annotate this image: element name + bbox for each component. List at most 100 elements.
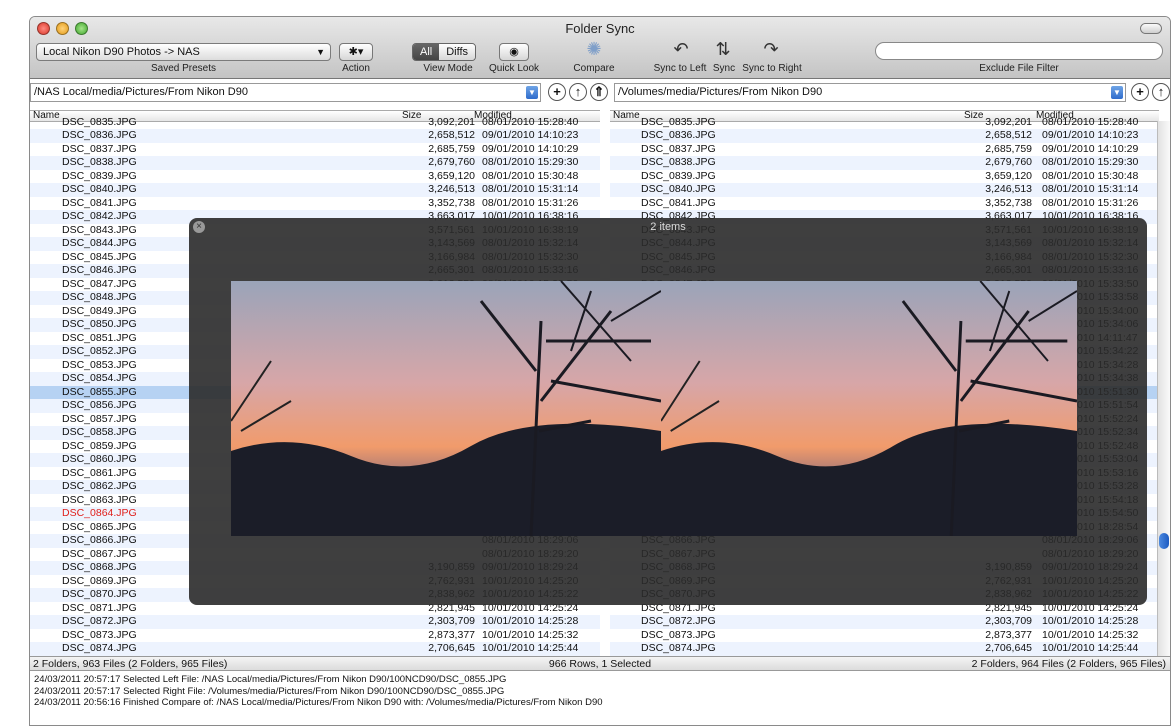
right-add-button[interactable]: + bbox=[1131, 83, 1149, 101]
file-row[interactable]: DSC_0840.JPG 3,246,513 08/01/2010 15:31:14 bbox=[610, 183, 1159, 197]
file-row[interactable]: DSC_0835.JPG 3,092,201 08/01/2010 15:28:40 bbox=[610, 116, 1159, 130]
file-name: DSC_0865.JPG bbox=[62, 520, 137, 533]
file-modified: 09/01/2010 14:10:23 bbox=[1042, 129, 1139, 141]
scroll-thumb[interactable] bbox=[1159, 533, 1169, 549]
file-size: 2,679,760 bbox=[428, 156, 475, 168]
file-row[interactable]: DSC_0839.JPG 3,659,120 08/01/2010 15:30:48 bbox=[30, 170, 600, 184]
plus-icon: + bbox=[553, 84, 561, 99]
toolbar-toggle-button[interactable] bbox=[1140, 23, 1162, 34]
left-path-field[interactable]: /NAS Local/media/Pictures/From Nikon D90… bbox=[30, 83, 541, 102]
file-row[interactable]: DSC_0872.JPG 2,303,709 10/01/2010 14:25:28 bbox=[610, 615, 1159, 629]
file-row[interactable]: DSC_0838.JPG 2,679,760 08/01/2010 15:29:30 bbox=[30, 156, 600, 170]
file-name: DSC_0848.JPG bbox=[62, 291, 137, 303]
left-up-button[interactable]: ↑ bbox=[569, 83, 587, 101]
file-size: 3,246,513 bbox=[985, 183, 1032, 195]
view-diffs-button[interactable]: Diffs bbox=[439, 44, 476, 60]
quick-look-panel: × 2 items bbox=[189, 218, 1147, 605]
file-name: DSC_0835.JPG bbox=[641, 115, 716, 128]
file-size: 3,246,513 bbox=[428, 183, 475, 195]
sync-icon[interactable]: ⇅ bbox=[712, 39, 734, 60]
file-name: DSC_0837.JPG bbox=[641, 142, 716, 155]
file-row[interactable]: DSC_0837.JPG 2,685,759 09/01/2010 14:10:29 bbox=[610, 143, 1159, 157]
left-path-dropdown-icon[interactable]: ▼ bbox=[526, 86, 538, 99]
quick-look-label: Quick Look bbox=[488, 63, 540, 74]
saved-presets-label: Saved Presets bbox=[150, 63, 217, 74]
vertical-scrollbar[interactable] bbox=[1157, 121, 1170, 656]
file-modified: 10/01/2010 14:25:28 bbox=[482, 615, 579, 627]
right-path-field[interactable]: /Volumes/media/Pictures/From Nikon D90 ▼ bbox=[614, 83, 1126, 102]
file-row[interactable]: DSC_0874.JPG 2,706,645 10/01/2010 14:25:44 bbox=[610, 642, 1159, 656]
left-add-button[interactable]: + bbox=[548, 83, 566, 101]
file-name: DSC_0855.JPG bbox=[62, 385, 137, 398]
sync-to-right-icon[interactable]: ↷ bbox=[760, 39, 782, 60]
sync-to-left-icon[interactable]: ↶ bbox=[670, 39, 692, 60]
file-row[interactable]: DSC_0872.JPG 2,303,709 10/01/2010 14:25:28 bbox=[30, 615, 600, 629]
file-name: DSC_0858.JPG bbox=[62, 426, 137, 438]
exclude-filter-label: Exclude File Filter bbox=[979, 63, 1059, 74]
file-modified: 09/01/2010 14:10:23 bbox=[482, 129, 579, 141]
saved-presets-value: Local Nikon D90 Photos -> NAS bbox=[43, 46, 200, 58]
file-name: DSC_0843.JPG bbox=[62, 223, 137, 236]
file-row[interactable]: DSC_0837.JPG 2,685,759 09/01/2010 14:10:29 bbox=[30, 143, 600, 157]
popup-arrow-icon: ▼ bbox=[316, 47, 325, 57]
file-row[interactable]: DSC_0841.JPG 3,352,738 08/01/2010 15:31:26 bbox=[30, 197, 600, 211]
file-size: 3,352,738 bbox=[428, 196, 475, 209]
file-size: 3,659,120 bbox=[985, 169, 1032, 182]
quick-look-photo-right bbox=[661, 281, 1077, 536]
view-all-button[interactable]: All bbox=[413, 44, 440, 60]
file-modified: 08/01/2010 15:31:26 bbox=[1042, 196, 1139, 209]
file-row[interactable]: DSC_0840.JPG 3,246,513 08/01/2010 15:31:14 bbox=[30, 183, 600, 197]
file-name: DSC_0839.JPG bbox=[641, 169, 716, 182]
log-line: 24/03/2011 20:57:17 Selected Left File: … bbox=[34, 674, 507, 685]
file-modified: 08/01/2010 15:31:14 bbox=[1042, 183, 1139, 195]
file-size: 2,685,759 bbox=[428, 142, 475, 155]
file-row[interactable]: DSC_0874.JPG 2,706,645 10/01/2010 14:25:44 bbox=[30, 642, 600, 656]
file-modified: 10/01/2010 14:25:32 bbox=[1042, 628, 1139, 641]
view-mode-segmented: All Diffs bbox=[412, 43, 477, 61]
compare-label: Compare bbox=[573, 63, 615, 74]
file-row[interactable]: DSC_0836.JPG 2,658,512 09/01/2010 14:10:23 bbox=[30, 129, 600, 143]
left-path-value: /NAS Local/media/Pictures/From Nikon D90 bbox=[34, 86, 248, 98]
file-size: 2,706,645 bbox=[985, 642, 1032, 654]
compare-gear-icon[interactable]: ✺ bbox=[583, 39, 605, 60]
file-name: DSC_0870.JPG bbox=[62, 588, 137, 600]
quick-look-photo-left bbox=[231, 281, 661, 536]
quick-look-title: 2 items bbox=[650, 221, 686, 233]
file-row[interactable]: DSC_0836.JPG 2,658,512 09/01/2010 14:10:23 bbox=[610, 129, 1159, 143]
file-name: DSC_0841.JPG bbox=[62, 196, 137, 209]
file-modified: 10/01/2010 14:25:44 bbox=[482, 642, 579, 654]
file-size: 3,092,201 bbox=[985, 115, 1032, 128]
right-up-button[interactable]: ↑ bbox=[1152, 83, 1170, 101]
file-row[interactable]: DSC_0873.JPG 2,873,377 10/01/2010 14:25:32 bbox=[610, 629, 1159, 643]
log-line: 24/03/2011 20:57:17 Selected Right File:… bbox=[34, 685, 505, 697]
window-title: Folder Sync bbox=[565, 21, 635, 36]
file-name: DSC_0861.JPG bbox=[62, 466, 137, 479]
path-bar: /NAS Local/media/Pictures/From Nikon D90… bbox=[30, 83, 1170, 103]
file-name: DSC_0844.JPG bbox=[62, 237, 137, 249]
file-size: 2,303,709 bbox=[428, 615, 475, 627]
file-name: DSC_0850.JPG bbox=[62, 318, 137, 330]
file-name: DSC_0840.JPG bbox=[62, 183, 137, 195]
quick-look-button[interactable]: ◉ bbox=[499, 43, 529, 61]
file-name: DSC_0854.JPG bbox=[62, 372, 137, 384]
file-modified: 08/01/2010 15:28:40 bbox=[482, 115, 579, 128]
file-modified: 08/01/2010 15:28:40 bbox=[1042, 115, 1139, 128]
right-path-dropdown-icon[interactable]: ▼ bbox=[1111, 86, 1123, 99]
saved-presets-popup[interactable]: Local Nikon D90 Photos -> NAS ▼ bbox=[36, 43, 331, 61]
left-top-button[interactable]: ⇑ bbox=[590, 83, 608, 101]
file-row[interactable]: DSC_0838.JPG 2,679,760 08/01/2010 15:29:30 bbox=[610, 156, 1159, 170]
file-size: 2,303,709 bbox=[985, 615, 1032, 627]
file-row[interactable]: DSC_0835.JPG 3,092,201 08/01/2010 15:28:40 bbox=[30, 116, 600, 130]
file-row[interactable]: DSC_0839.JPG 3,659,120 08/01/2010 15:30:48 bbox=[610, 170, 1159, 184]
eye-icon: ◉ bbox=[509, 46, 519, 58]
file-row[interactable]: DSC_0873.JPG 2,873,377 10/01/2010 14:25:32 bbox=[30, 629, 600, 643]
file-row[interactable]: DSC_0841.JPG 3,352,738 08/01/2010 15:31:26 bbox=[610, 197, 1159, 211]
gear-icon: ✱▾ bbox=[348, 46, 364, 58]
log-panel: 24/03/2011 20:57:17 Selected Left File: … bbox=[30, 672, 1170, 725]
file-name: DSC_0871.JPG bbox=[62, 601, 137, 614]
file-modified: 08/01/2010 15:31:14 bbox=[482, 183, 579, 195]
action-gear-button[interactable]: ✱▾ bbox=[339, 43, 373, 61]
file-name: DSC_0862.JPG bbox=[62, 480, 137, 492]
file-name: DSC_0874.JPG bbox=[641, 642, 716, 654]
exclude-filter-input[interactable] bbox=[875, 42, 1163, 60]
